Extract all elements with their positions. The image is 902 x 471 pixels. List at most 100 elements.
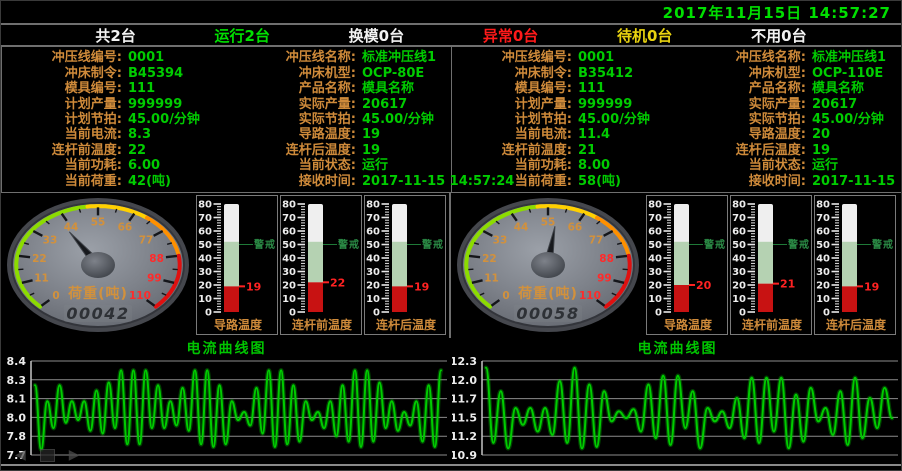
info-value: 999999: [572, 97, 678, 112]
load-gauge-dial: 0112233445566778899110荷重(吨)00042: [2, 195, 194, 336]
status-tab-3[interactable]: 异常0台: [483, 25, 538, 46]
chart-nav-controls: ◀ ▶: [15, 448, 80, 462]
svg-text:0: 0: [823, 308, 830, 319]
info-value: 6.00: [122, 158, 228, 173]
info-value: 21: [572, 143, 678, 158]
info-label: 当前荷重:: [8, 174, 122, 189]
info-value: 45.00/分钟: [122, 112, 228, 127]
svg-text:60: 60: [198, 227, 212, 238]
info-label: 模具编号:: [458, 81, 572, 96]
thermometer-连杆前温度: 01020304050607080警戒21连杆前温度: [730, 195, 812, 335]
info-value: 0001: [122, 50, 228, 65]
info-label: 计划节拍:: [8, 112, 122, 127]
status-tab-1[interactable]: 运行2台: [215, 25, 270, 46]
svg-text:20: 20: [732, 281, 746, 292]
info-value: 45.00/分钟: [806, 112, 902, 127]
svg-text:50: 50: [816, 240, 830, 251]
svg-text:11.7: 11.7: [452, 393, 477, 406]
info-value: 8.3: [122, 127, 228, 142]
svg-text:40: 40: [732, 254, 746, 265]
info-label: 实际产量:: [678, 97, 806, 112]
svg-text:55: 55: [91, 217, 106, 229]
svg-text:20: 20: [282, 281, 296, 292]
thermometer-导路温度: 01020304050607080警戒20导路温度: [646, 195, 728, 335]
svg-text:20: 20: [366, 281, 380, 292]
status-tab-4[interactable]: 待机0台: [617, 25, 672, 46]
svg-text:警戒: 警戒: [421, 238, 444, 251]
info-label: 当前状态:: [228, 158, 356, 173]
info-label: 冲压线编号:: [458, 50, 572, 65]
info-label: 导路温度:: [678, 127, 806, 142]
svg-text:荷重(吨): 荷重(吨): [517, 285, 578, 302]
thermometer-连杆前温度: 01020304050607080警戒22连杆前温度: [280, 195, 362, 335]
svg-text:30: 30: [648, 267, 662, 278]
svg-text:0: 0: [373, 308, 380, 319]
machine-1-info-panel: 冲压线编号:0001冲压线名称:标准冲压线1冲床制令:B45394冲床机型:OC…: [1, 47, 452, 193]
svg-text:77: 77: [589, 234, 604, 246]
svg-text:30: 30: [366, 267, 380, 278]
info-label: 连杆前温度:: [458, 143, 572, 158]
scroll-left-icon[interactable]: ◀: [15, 448, 26, 462]
machine-1-current-chart: 电流曲线图 8.48.38.18.07.87.7 ◀ ▶: [1, 338, 452, 464]
svg-text:70: 70: [198, 213, 212, 224]
info-label: 产品名称:: [228, 81, 356, 96]
svg-text:导路温度: 导路温度: [664, 317, 713, 332]
scroll-thumb[interactable]: [40, 449, 55, 462]
svg-text:0: 0: [205, 308, 212, 319]
info-value: 标准冲压线1: [806, 50, 902, 65]
status-tab-0[interactable]: 共2台: [95, 25, 135, 46]
svg-text:40: 40: [282, 254, 296, 265]
thermometer-graphic: 01020304050607080警戒19连杆后温度: [815, 196, 895, 334]
info-label: 连杆后温度:: [678, 143, 806, 158]
svg-text:80: 80: [648, 200, 662, 211]
info-label: 模具编号:: [8, 81, 122, 96]
svg-text:66: 66: [118, 221, 133, 233]
svg-text:60: 60: [282, 227, 296, 238]
status-tab-2[interactable]: 换模0台: [349, 25, 404, 46]
top-bar: 2017年11月15日 14:57:27: [1, 1, 901, 23]
svg-text:11: 11: [34, 273, 49, 285]
svg-text:22: 22: [330, 276, 345, 289]
svg-text:12.3: 12.3: [452, 356, 477, 368]
info-value: 45.00/分钟: [572, 112, 678, 127]
svg-text:50: 50: [282, 240, 296, 251]
current-charts-row: 电流曲线图 8.48.38.18.07.87.7 ◀ ▶ 电流曲线图 12.31…: [1, 338, 901, 466]
info-label: 实际节拍:: [228, 112, 356, 127]
current-curve-plot: 12.312.011.711.511.210.9: [452, 356, 902, 464]
info-value: 111: [572, 81, 678, 96]
svg-text:19: 19: [414, 280, 429, 293]
svg-text:警戒: 警戒: [787, 238, 810, 251]
svg-text:10: 10: [648, 294, 662, 305]
svg-text:110: 110: [579, 290, 601, 302]
svg-text:33: 33: [493, 234, 508, 246]
svg-text:警戒: 警戒: [337, 238, 360, 251]
svg-text:连杆前温度: 连杆前温度: [742, 317, 803, 332]
status-tab-5[interactable]: 不用0台: [751, 25, 806, 46]
svg-text:10.9: 10.9: [452, 449, 477, 462]
svg-text:88: 88: [599, 253, 614, 265]
thermometer-graphic: 01020304050607080警戒20导路温度: [647, 196, 727, 334]
svg-text:21: 21: [780, 278, 795, 291]
info-value: 0001: [572, 50, 678, 65]
svg-text:连杆后温度: 连杆后温度: [376, 317, 437, 332]
svg-text:8.3: 8.3: [7, 374, 27, 387]
info-value: 11.4: [572, 127, 678, 142]
machine-2-info-panel: 冲压线编号:0001冲压线名称:标准冲压线1冲床制令:B35412冲床机型:OC…: [452, 47, 902, 193]
info-value: B35412: [572, 66, 678, 81]
svg-text:50: 50: [198, 240, 212, 251]
chart-title: 电流曲线图: [1, 338, 452, 356]
scroll-right-icon[interactable]: ▶: [69, 448, 80, 462]
info-value: OCP-110E: [806, 66, 902, 81]
machine-2-load-gauge: 0112233445566778899110荷重(吨)00058: [452, 195, 644, 336]
load-gauge-dial: 0112233445566778899110荷重(吨)00058: [452, 195, 644, 336]
info-label: 导路温度:: [228, 127, 356, 142]
info-value: 2017-11-15 14:57:24: [806, 174, 902, 189]
info-label: 冲压线名称:: [678, 50, 806, 65]
info-label: 连杆后温度:: [228, 143, 356, 158]
machine-2-gauge-panel: 0112233445566778899110荷重(吨)00058 0102030…: [451, 193, 901, 338]
svg-text:88: 88: [149, 253, 164, 265]
info-label: 接收时间:: [228, 174, 356, 189]
info-value: 模具名称: [806, 81, 902, 96]
svg-text:连杆后温度: 连杆后温度: [826, 317, 887, 332]
svg-text:7.8: 7.8: [7, 430, 27, 443]
